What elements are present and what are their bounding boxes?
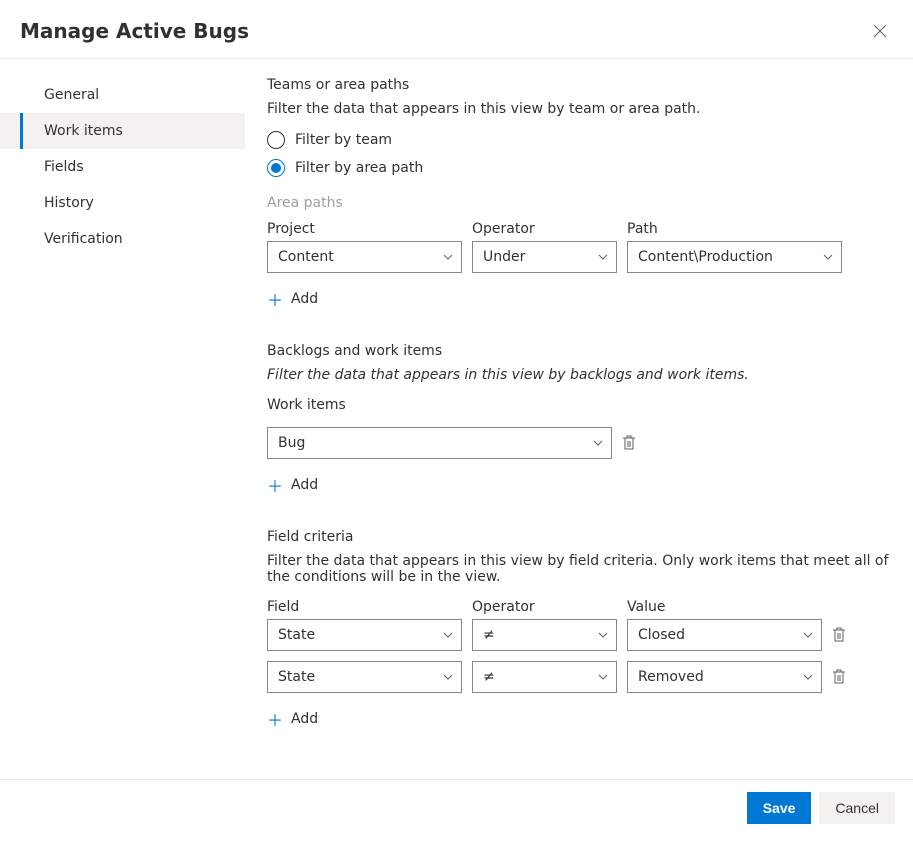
chevron-down-icon	[598, 254, 608, 260]
work-item-select[interactable]: Bug	[267, 427, 612, 459]
criteria-operator-select[interactable]: ≠	[472, 661, 617, 693]
delete-work-item-button[interactable]	[622, 427, 636, 459]
chevron-down-icon	[443, 632, 453, 638]
chevron-down-icon	[443, 674, 453, 680]
column-header-field: Field	[267, 599, 462, 615]
radio-label: Filter by area path	[295, 160, 423, 176]
radio-icon	[267, 159, 285, 177]
operator-select[interactable]: Under	[472, 241, 617, 273]
add-label: Add	[291, 711, 318, 727]
area-path-header-row: Project Content Operator Under	[267, 221, 895, 273]
sidebar-nav: General Work items Fields History Verifi…	[0, 59, 245, 779]
column-header-path: Path	[627, 221, 842, 237]
add-label: Add	[291, 477, 318, 493]
work-item-row: Bug	[267, 427, 895, 459]
select-value: Removed	[638, 669, 704, 685]
radio-filter-by-team[interactable]: Filter by team	[267, 131, 895, 149]
criteria-section: Field criteria Filter the data that appe…	[267, 529, 895, 731]
add-area-path-button[interactable]: ＋ Add	[267, 287, 318, 311]
select-value: ≠	[483, 627, 495, 643]
select-value: State	[278, 669, 315, 685]
sidebar-item-label: General	[44, 87, 99, 103]
column-header-operator: Operator	[472, 599, 617, 615]
criteria-row: State ≠ Removed	[267, 661, 895, 693]
path-select[interactable]: Content\Production	[627, 241, 842, 273]
section-heading: Backlogs and work items	[267, 343, 895, 359]
add-work-item-button[interactable]: ＋ Add	[267, 473, 318, 497]
criteria-operator-select[interactable]: ≠	[472, 619, 617, 651]
close-button[interactable]	[867, 18, 893, 44]
sidebar-item-label: Fields	[44, 159, 84, 175]
section-description: Filter the data that appears in this vie…	[267, 553, 895, 585]
criteria-field-select[interactable]: State	[267, 619, 462, 651]
radio-label: Filter by team	[295, 132, 392, 148]
sidebar-item-fields[interactable]: Fields	[0, 149, 245, 185]
delete-criteria-button[interactable]	[832, 661, 846, 693]
select-value: Closed	[638, 627, 685, 643]
trash-icon	[832, 627, 846, 643]
column-header-project: Project	[267, 221, 462, 237]
chevron-down-icon	[443, 254, 453, 260]
section-description: Filter the data that appears in this vie…	[267, 367, 895, 383]
section-heading: Field criteria	[267, 529, 895, 545]
sidebar-item-verification[interactable]: Verification	[0, 221, 245, 257]
backlogs-section: Backlogs and work items Filter the data …	[267, 343, 895, 497]
dialog-body: General Work items Fields History Verifi…	[0, 59, 913, 779]
area-paths-group-label: Area paths	[267, 195, 895, 211]
sidebar-item-label: History	[44, 195, 94, 211]
select-value: Bug	[278, 435, 305, 451]
column-header-value: Value	[627, 599, 822, 615]
save-button[interactable]: Save	[747, 792, 812, 824]
chevron-down-icon	[598, 674, 608, 680]
chevron-down-icon	[593, 440, 603, 446]
select-value: State	[278, 627, 315, 643]
section-description: Filter the data that appears in this vie…	[267, 101, 895, 117]
trash-icon	[832, 669, 846, 685]
add-label: Add	[291, 291, 318, 307]
chevron-down-icon	[803, 674, 813, 680]
radio-icon	[267, 131, 285, 149]
plus-icon: ＋	[267, 707, 283, 731]
column-header-operator: Operator	[472, 221, 617, 237]
sidebar-item-label: Work items	[44, 123, 123, 139]
sidebar-item-history[interactable]: History	[0, 185, 245, 221]
sidebar-item-general[interactable]: General	[0, 77, 245, 113]
dialog-header: Manage Active Bugs	[0, 0, 913, 59]
chevron-down-icon	[598, 632, 608, 638]
select-value: Content\Production	[638, 249, 773, 265]
radio-filter-by-area-path[interactable]: Filter by area path	[267, 159, 895, 177]
plus-icon: ＋	[267, 287, 283, 311]
sidebar-item-label: Verification	[44, 231, 123, 247]
content-pane: Teams or area paths Filter the data that…	[245, 59, 913, 779]
dialog-footer: Save Cancel	[0, 779, 913, 842]
project-select[interactable]: Content	[267, 241, 462, 273]
close-icon	[873, 24, 887, 38]
section-heading: Teams or area paths	[267, 77, 895, 93]
select-value: Content	[278, 249, 334, 265]
add-criteria-button[interactable]: ＋ Add	[267, 707, 318, 731]
select-value: ≠	[483, 669, 495, 685]
work-items-label: Work items	[267, 397, 612, 413]
teams-area-section: Teams or area paths Filter the data that…	[267, 77, 895, 311]
delete-criteria-button[interactable]	[832, 619, 846, 651]
sidebar-item-work-items[interactable]: Work items	[0, 113, 245, 149]
dialog-title: Manage Active Bugs	[20, 19, 249, 43]
trash-icon	[622, 435, 636, 451]
plus-icon: ＋	[267, 473, 283, 497]
chevron-down-icon	[823, 254, 833, 260]
criteria-field-select[interactable]: State	[267, 661, 462, 693]
criteria-value-select[interactable]: Removed	[627, 661, 822, 693]
select-value: Under	[483, 249, 525, 265]
criteria-header-row: Field State Operator ≠	[267, 599, 895, 651]
cancel-button[interactable]: Cancel	[819, 792, 895, 824]
manage-active-bugs-dialog: Manage Active Bugs General Work items Fi…	[0, 0, 913, 842]
chevron-down-icon	[803, 632, 813, 638]
criteria-value-select[interactable]: Closed	[627, 619, 822, 651]
